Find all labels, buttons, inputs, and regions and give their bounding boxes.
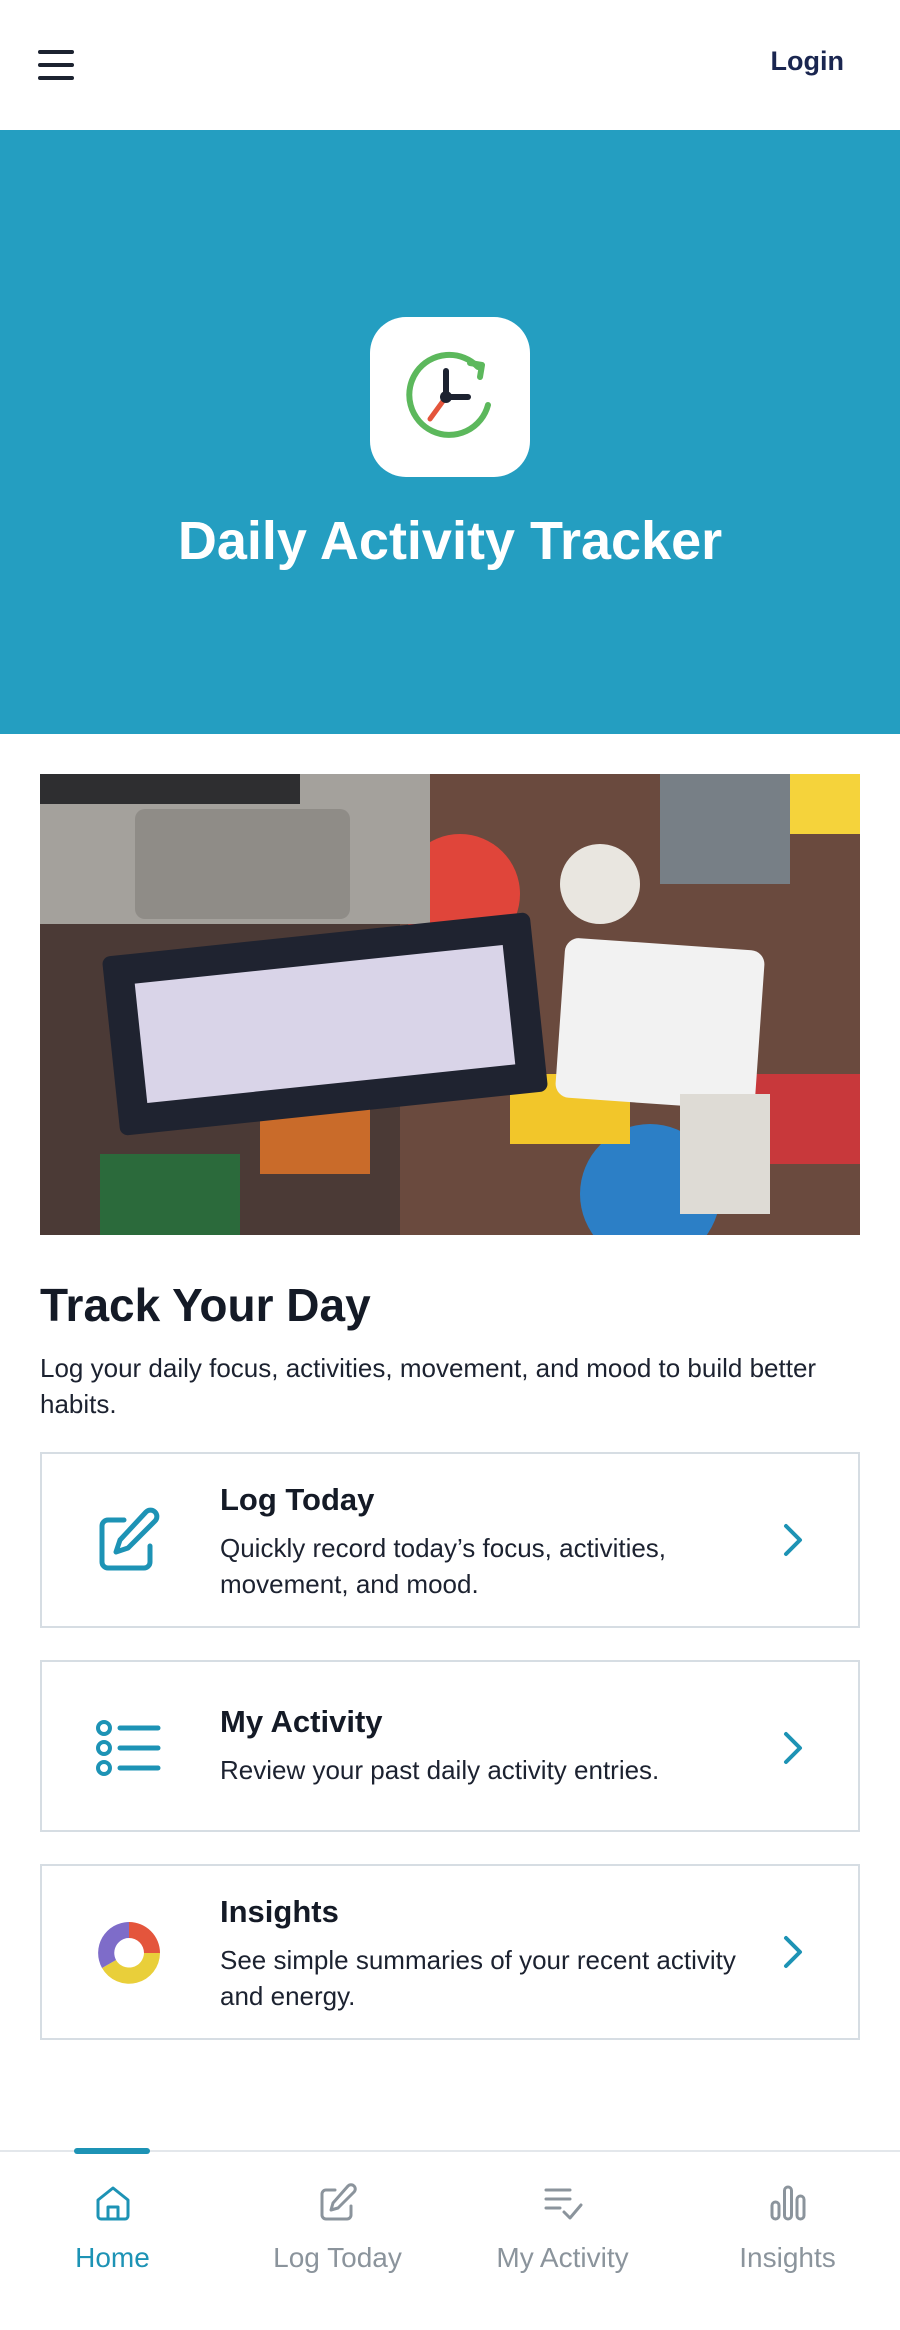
- top-bar: Login: [0, 0, 900, 130]
- nav-item-my-activity[interactable]: My Activity: [450, 2152, 675, 2330]
- my-activity-card[interactable]: My Activity Review your past daily activ…: [40, 1660, 860, 1832]
- edit-icon: [99, 1507, 160, 1571]
- list-check-icon: [544, 2188, 583, 2220]
- nav-label: My Activity: [496, 2242, 629, 2273]
- chevron-right-icon: [784, 1732, 802, 1764]
- card-title: Insights: [220, 1894, 339, 1929]
- clock-refresh-icon: [406, 351, 491, 438]
- active-indicator: [74, 2148, 150, 2154]
- nav-label: Insights: [739, 2242, 836, 2273]
- hero-title: Daily Activity Tracker: [177, 511, 723, 571]
- nav-label: Home: [75, 2242, 150, 2273]
- edit-icon: [320, 2183, 357, 2221]
- section-title: Track Your Day: [40, 1279, 371, 1331]
- bottom-nav: Home Log Today My Activity Insights: [0, 2148, 900, 2330]
- nav-item-log-today[interactable]: Log Today: [225, 2152, 450, 2330]
- app-logo: [370, 317, 530, 477]
- hero-photo: [40, 774, 860, 1235]
- nav-item-insights[interactable]: Insights: [675, 2152, 900, 2330]
- nav-item-home[interactable]: Home: [0, 2148, 225, 2330]
- card-description: Review your past daily activity entries.: [220, 1755, 660, 1785]
- log-today-card[interactable]: Log Today Quickly record today’s focus, …: [40, 1452, 860, 1628]
- hamburger-icon[interactable]: [34, 48, 78, 82]
- nav-label: Log Today: [273, 2242, 402, 2273]
- login-link[interactable]: Login: [771, 46, 844, 77]
- chevron-right-icon: [784, 1936, 802, 1968]
- card-description: Quickly record today’s focus, activities…: [220, 1533, 667, 1599]
- list-icon: [96, 1720, 161, 1776]
- section-description: Log your daily focus, activities, moveme…: [40, 1353, 817, 1419]
- card-title: My Activity: [220, 1704, 383, 1739]
- card-title: Log Today: [220, 1482, 375, 1517]
- bar-chart-icon: [770, 2185, 806, 2221]
- chevron-right-icon: [784, 1524, 802, 1556]
- home-icon: [96, 2186, 130, 2221]
- insights-card[interactable]: Insights See simple summaries of your re…: [40, 1864, 860, 2040]
- card-description: See simple summaries of your recent acti…: [220, 1945, 736, 2011]
- pie-chart-icon: [98, 1922, 160, 1984]
